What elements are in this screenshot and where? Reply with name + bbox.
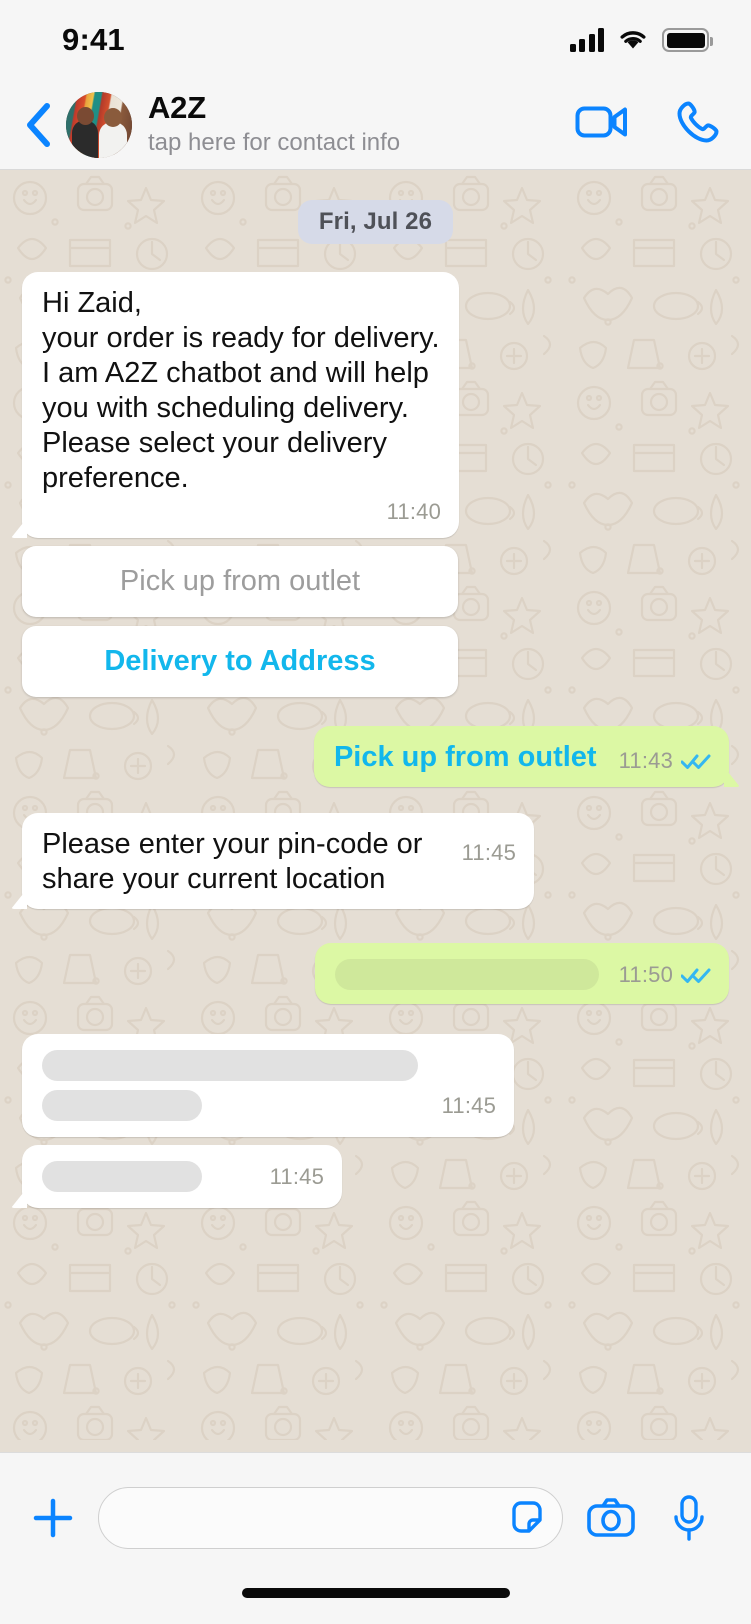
message-bubble-incoming-redacted[interactable]: 11:45 [22, 1034, 514, 1137]
battery-full-icon [662, 28, 713, 52]
quick-reply-label: Delivery to Address [104, 645, 376, 677]
message-time: 11:45 [461, 840, 516, 865]
quick-reply-delivery-to-address[interactable]: Delivery to Address [22, 626, 458, 697]
home-indicator-area [0, 1582, 751, 1624]
messages-container: Fri, Jul 26 Hi Zaid, your order is ready… [0, 200, 751, 1450]
whatsapp-chat-screen: 9:41 A2Z tap here for contact info Fri, … [0, 0, 751, 1624]
redacted-content-bar [42, 1050, 418, 1081]
wifi-icon [620, 31, 646, 49]
message-time: 11:43 [618, 748, 673, 773]
message-meta: 11:43 [619, 747, 711, 775]
message-meta: 11:40 [42, 498, 441, 526]
quick-reply-group: Pick up from outlet Delivery to Address [22, 546, 458, 706]
message-input-bar [0, 1452, 751, 1582]
date-divider-row: Fri, Jul 26 [22, 200, 729, 244]
message-input[interactable] [125, 1502, 506, 1533]
message-time: 11:40 [386, 499, 441, 524]
quick-reply-pick-up-from-outlet[interactable]: Pick up from outlet [22, 546, 458, 617]
contact-name: A2Z [148, 89, 206, 125]
message-text: Hi Zaid, your order is ready for deliver… [42, 287, 440, 494]
status-bar: 9:41 [0, 0, 751, 80]
plus-icon [33, 1498, 73, 1537]
contact-info-block[interactable]: A2Z tap here for contact info [148, 89, 575, 158]
header-actions [575, 99, 721, 150]
video-call-icon [575, 106, 627, 138]
contact-info-hint: tap here for contact info [148, 129, 401, 157]
voice-call-button[interactable] [675, 99, 721, 150]
back-chevron-icon [27, 102, 50, 147]
attach-button[interactable] [22, 1487, 84, 1549]
message-bubble-incoming[interactable]: 11:45 Please enter your pin-code or shar… [22, 813, 534, 909]
sticker-button[interactable] [506, 1497, 548, 1539]
sticker-icon [512, 1500, 542, 1533]
message-row: 11:45 [22, 1145, 729, 1208]
redacted-content-bar [42, 1090, 202, 1121]
quick-reply-label: Pick up from outlet [119, 565, 361, 597]
message-bubble-outgoing[interactable]: Pick up from outlet 11:43 [313, 726, 729, 787]
message-input-field[interactable] [98, 1486, 563, 1549]
quick-reply-row: Pick up from outlet Delivery to Address [22, 546, 729, 706]
redacted-content-bar [335, 959, 599, 990]
message-row: 11:45 [22, 1034, 729, 1137]
message-meta: 11:45 [462, 839, 516, 867]
message-time: 11:45 [441, 1092, 496, 1118]
message-text: Please enter your pin-code or share your… [42, 828, 423, 895]
message-bubble-incoming[interactable]: Hi Zaid, your order is ready for deliver… [22, 272, 459, 538]
message-meta: 11:50 [619, 961, 711, 989]
message-row: 11:50 [22, 943, 729, 1004]
redacted-content-bar [42, 1161, 202, 1192]
date-divider: Fri, Jul 26 [297, 200, 454, 244]
camera-button[interactable] [581, 1487, 641, 1549]
message-text: Pick up from outlet [333, 741, 597, 773]
avatar[interactable] [66, 91, 132, 158]
video-call-button[interactable] [575, 104, 629, 145]
camera-icon [587, 1497, 635, 1537]
voice-record-button[interactable] [659, 1487, 719, 1549]
chat-header: A2Z tap here for contact info [0, 80, 751, 170]
message-bubble-outgoing-redacted[interactable]: 11:50 [315, 943, 729, 1004]
microphone-icon [674, 1494, 704, 1541]
message-row: Pick up from outlet 11:43 [22, 726, 729, 787]
back-button[interactable] [14, 97, 62, 153]
message-bubble-incoming-redacted[interactable]: 11:45 [22, 1145, 342, 1208]
message-time: 11:50 [618, 961, 673, 987]
read-receipt-double-check-icon [681, 752, 711, 770]
phone-call-icon [677, 101, 719, 143]
status-bar-icons [569, 28, 713, 52]
message-time: 11:45 [269, 1163, 324, 1189]
message-row: 11:45 Please enter your pin-code or shar… [22, 813, 729, 909]
cellular-signal-icon [569, 28, 604, 52]
message-row: Hi Zaid, your order is ready for deliver… [22, 272, 729, 538]
chat-message-area[interactable]: Fri, Jul 26 Hi Zaid, your order is ready… [0, 170, 751, 1452]
read-receipt-double-check-icon [681, 966, 711, 984]
home-indicator[interactable] [241, 1588, 510, 1598]
status-bar-time: 9:41 [62, 22, 125, 57]
